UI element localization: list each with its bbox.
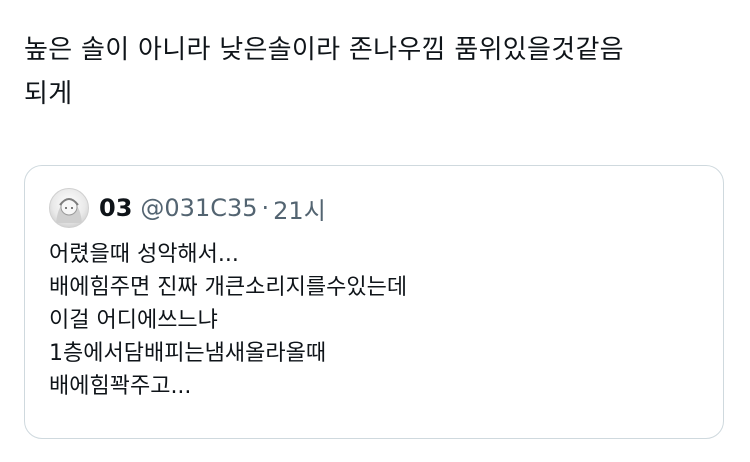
quoted-timestamp[interactable]: 21시 xyxy=(273,191,326,226)
quoted-tweet-text: 어렸을때 성악해서... 배에힘주면 진짜 개큰소리지를수있는데 이걸 어디에쓰… xyxy=(49,238,699,403)
quoted-tweet-header: 03 @031C35 · 21시 xyxy=(49,188,326,228)
quoted-tweet-card[interactable]: 03 @031C35 · 21시 어렸을때 성악해서... 배에힘주면 진짜 개… xyxy=(24,165,724,439)
quoted-text-line: 배에힘꽉주고... xyxy=(49,374,192,399)
quoted-text-line: 이걸 어디에쓰느냐 xyxy=(49,308,218,333)
quoted-text-line: 배에힘주면 진짜 개큰소리지를수있는데 xyxy=(49,275,408,300)
quoted-text-line: 1층에서담배피는냄새올라올때 xyxy=(49,341,327,366)
avatar[interactable] xyxy=(49,188,89,228)
quoted-text-line: 어렸을때 성악해서... xyxy=(49,242,239,267)
separator-dot: · xyxy=(261,194,270,222)
quoted-display-name[interactable]: 03 xyxy=(99,194,132,222)
quoted-handle[interactable]: @031C35 xyxy=(140,194,257,222)
tweet-text: 높은 솔이 아니라 낮은솔이라 존나우낌 품위있을것같음 되게 xyxy=(24,35,624,109)
